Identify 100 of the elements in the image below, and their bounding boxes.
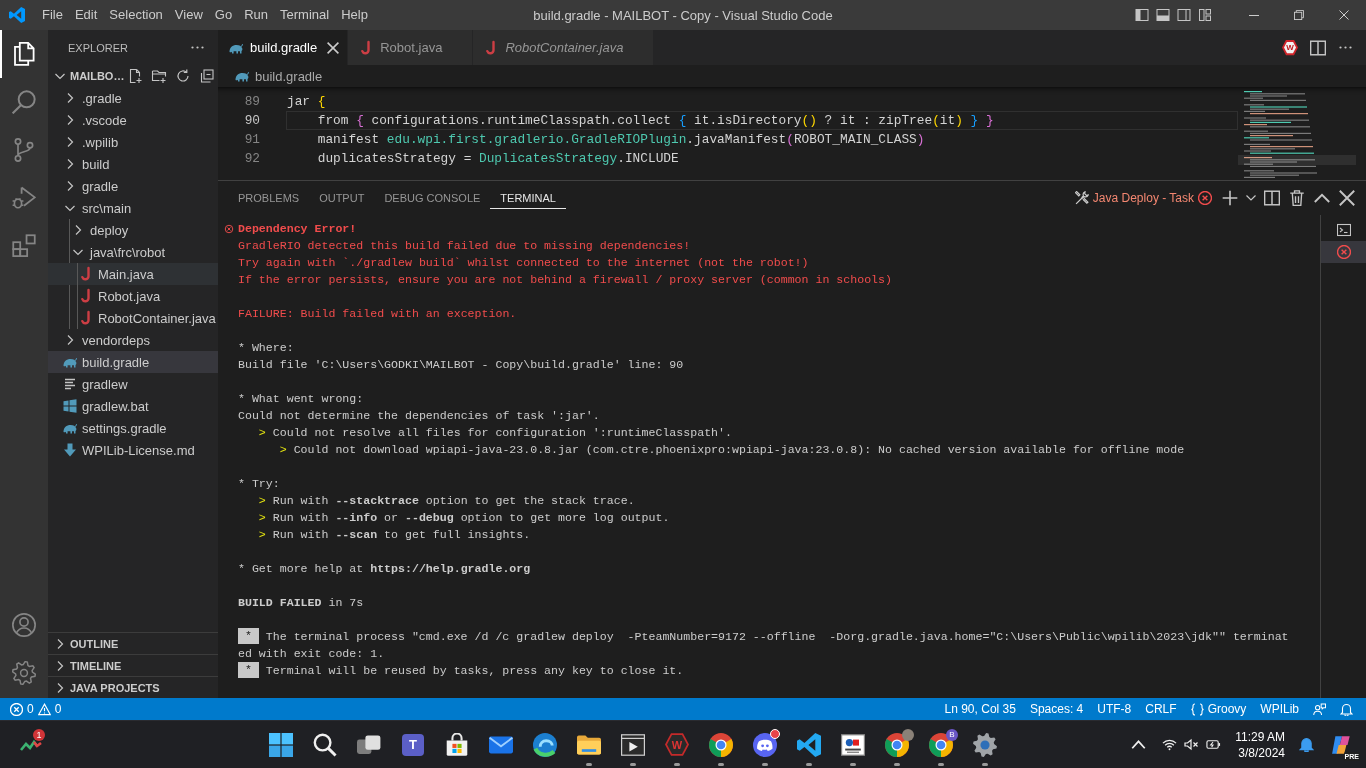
task-terminal-button[interactable]: Java Deploy - Task	[1074, 191, 1212, 205]
avatar-letter: B	[946, 728, 958, 741]
tree-item[interactable]: .vscode	[48, 109, 218, 131]
overlapping-squares-icon	[357, 732, 381, 757]
editor-tab[interactable]: build.gradle	[218, 30, 349, 65]
split-icon	[1310, 39, 1326, 56]
tree-item[interactable]: WPILib-License.md	[48, 439, 218, 461]
language-label: Groovy	[1207, 702, 1247, 716]
menu-item[interactable]: Edit	[68, 4, 104, 26]
wpilib-command-button[interactable]: W	[1282, 39, 1298, 56]
clock-button[interactable]: 11:29 AM 3/8/2024	[1229, 728, 1291, 761]
tree-item[interactable]: RobotContainer.java	[48, 307, 218, 329]
folder-header[interactable]: MAILBO…	[48, 65, 125, 87]
bullet-marker: >	[258, 425, 266, 441]
terminal-line: Terminal will be reused by tasks, press any key to close it.	[265, 663, 684, 679]
terminal-line: If the error persists, ensure you are not behind a firewall / proxy server (common in schools)	[238, 272, 892, 288]
logo-card-icon	[841, 732, 865, 757]
plus-icon	[1222, 190, 1238, 206]
language-status[interactable]: Groovy	[1183, 698, 1254, 720]
play-window-icon	[621, 732, 645, 757]
line-number: 90	[243, 113, 260, 128]
terminal-line: Try again with `./gradlew build` whilst connected to the internet (not the robot!)	[238, 255, 809, 271]
tree-item[interactable]: Main.java	[48, 263, 218, 285]
play-bug-icon	[12, 186, 36, 210]
terminal-line: BUILD FAILED in 7s	[238, 595, 364, 611]
line-number: 91	[243, 132, 260, 147]
four-panes-icon	[62, 398, 78, 414]
tree-item[interactable]: java\frc\robot	[48, 241, 218, 263]
tree-item[interactable]: gradlew.bat	[48, 395, 218, 417]
sidebar-title: EXPLORER	[68, 41, 128, 54]
bullet-marker: >	[279, 442, 287, 458]
status-item[interactable]: Ln 90, Col 35	[937, 698, 1023, 720]
bullet-marker: >	[258, 527, 266, 543]
bell-icon	[1299, 737, 1314, 752]
more-icon	[1338, 46, 1352, 49]
tree-item[interactable]: build.gradle	[48, 351, 218, 373]
tree-item[interactable]: gradlew	[48, 373, 218, 395]
tree-item[interactable]: gradle	[48, 175, 218, 197]
panel-tab[interactable]: TERMINAL	[490, 187, 566, 209]
shopping-bag-icon	[445, 732, 469, 757]
menu-item[interactable]: View	[168, 4, 209, 26]
problems-status[interactable]: 0 0	[0, 698, 69, 720]
panel-tab[interactable]: PROBLEMS	[228, 187, 310, 209]
warning-count: 0	[54, 702, 62, 716]
braces-icon	[1190, 702, 1204, 716]
code-line: manifest edu.wpi.first.gradlerio.GradleRIOPlugin.javaManifest(ROBOT_MAIN_CLASS)	[316, 131, 926, 149]
controller-face-icon	[753, 732, 777, 757]
tree-item[interactable]: build	[48, 153, 218, 175]
menu-item[interactable]: File	[36, 4, 69, 26]
taskbar-app-button[interactable]: B	[921, 722, 961, 767]
status-item[interactable]: Spaces: 4	[1022, 698, 1091, 720]
task-marker: *	[238, 628, 259, 644]
restore-icon	[1293, 10, 1304, 20]
tree-item[interactable]: Robot.java	[48, 285, 218, 307]
editor-tab[interactable]: RobotContainer.java	[473, 30, 655, 65]
menu-item[interactable]: Selection	[103, 4, 169, 26]
tree-item[interactable]: src\main	[48, 197, 218, 219]
tree-item[interactable]: .wpilib	[48, 131, 218, 153]
folder-icon	[577, 732, 601, 757]
terminal-line: Could not determine the dependencies of task ':jar'.	[238, 408, 600, 424]
tree-item[interactable]: settings.gradle	[48, 417, 218, 439]
collapse-all-icon	[199, 68, 216, 84]
taskbar-app-button[interactable]: T	[393, 722, 433, 767]
menu-item[interactable]: Go	[208, 4, 239, 26]
notification-badge: 1	[33, 728, 45, 741]
error-icon	[10, 702, 23, 716]
widgets-button[interactable]: 1	[14, 727, 48, 762]
text-lines-icon	[62, 376, 78, 392]
ribbon-logo-icon	[9, 7, 25, 23]
menu-item[interactable]: Run	[238, 4, 274, 26]
chevron-down-icon	[1246, 195, 1256, 201]
tree-item[interactable]: deploy	[48, 219, 218, 241]
menu-item[interactable]: Terminal	[274, 4, 336, 26]
terminal-line: The terminal process "cmd.exe /d /c gradlew deploy -PteamNumber=9172 --offline -Dorg.gradle.java.home="C:\Users\Public\wpilib\2023\jdk"" terminat	[265, 629, 1289, 645]
branch-icon	[12, 138, 36, 162]
new-folder-icon	[151, 68, 168, 84]
search-icon	[12, 90, 36, 114]
panel-tab[interactable]: DEBUG CONSOLE	[374, 187, 491, 209]
breadcrumb-item[interactable]: build.gradle	[255, 68, 323, 84]
status-item[interactable]: WPILib	[1253, 698, 1306, 720]
window-title: build.gradle - MAILBOT - Copy - Visual Studio Code	[533, 7, 833, 23]
panel-tab[interactable]: OUTPUT	[309, 187, 375, 209]
avatar-circle	[902, 728, 914, 741]
status-item[interactable]: UTF-8	[1090, 698, 1139, 720]
code-line: jar {	[286, 93, 327, 111]
close-panel-button[interactable]	[1336, 187, 1358, 209]
menu-item[interactable]: Help	[335, 4, 374, 26]
tricolor-circle-icon	[929, 732, 953, 757]
split-terminal-button[interactable]	[1261, 187, 1283, 209]
tricolor-circle-icon	[709, 732, 733, 757]
editor-tab[interactable]: Robot.java	[348, 30, 474, 65]
bell-icon	[1340, 702, 1353, 716]
close-icon[interactable]	[327, 41, 340, 54]
tree-item[interactable]: .gradle	[48, 87, 218, 109]
tree-item[interactable]: vendordeps	[48, 329, 218, 351]
line-number: 92	[243, 151, 260, 166]
minimize-icon	[1248, 14, 1259, 16]
ribbon-logo-icon	[797, 732, 821, 757]
settings-icon	[12, 661, 36, 685]
status-item[interactable]: CRLF	[1138, 698, 1184, 720]
